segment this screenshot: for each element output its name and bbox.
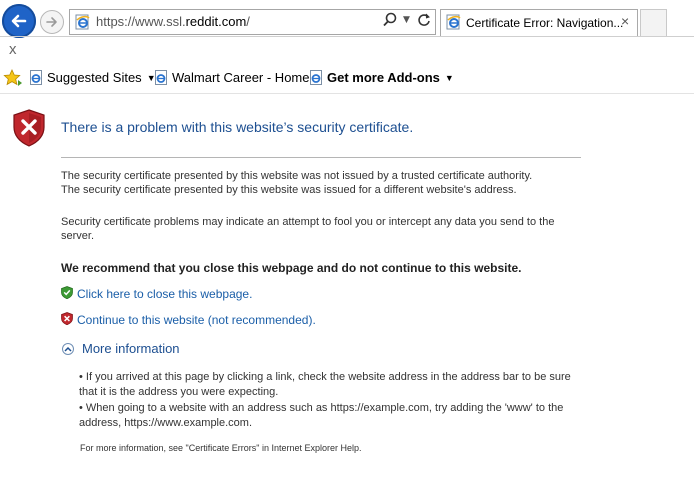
collapse-up-icon [62,342,74,355]
close-webpage-link[interactable]: Click here to close this webpage. [61,286,252,302]
divider [0,93,694,94]
favorites-bar: Suggested Sites ▼ Walmart Career - Home … [0,68,694,90]
continue-website-label: Continue to this website (not recommende… [77,313,316,327]
address-domain: reddit.com [185,14,247,29]
forward-arrow-icon [46,17,57,27]
ie-page-icon [155,70,168,85]
favorite-label: Suggested Sites [47,70,142,85]
recommendation-text: We recommend that you close this webpage… [61,261,522,275]
favorite-suggested-sites[interactable]: Suggested Sites ▼ [30,70,156,85]
back-arrow-icon [11,14,27,28]
more-information-toggle[interactable]: More information [62,341,180,356]
favorite-walmart-career[interactable]: Walmart Career - Home [155,70,309,85]
ie-page-icon [75,14,91,34]
divider [61,157,581,158]
ie-page-icon [446,14,462,34]
tab-certificate-error[interactable]: Certificate Error: Navigation... × [440,9,638,36]
forward-button[interactable] [40,10,64,34]
green-shield-check-icon [61,286,73,302]
error-explanation: Security certificate problems may indica… [61,216,555,242]
chevron-down-icon[interactable]: ▼ [403,15,410,25]
help-bullet-1: • If you arrived at this page by clickin… [79,371,571,398]
help-bullet-2: • When going to a website with an addres… [79,402,564,429]
address-prefix: https://www.ssl. [96,14,186,29]
help-footer: For more information, see "Certificate E… [80,443,362,453]
chevron-down-icon: ▼ [444,72,454,83]
tab-title: Certificate Error: Navigation... [466,16,624,30]
error-reason-1: The security certificate presented by th… [61,170,533,182]
divider [0,36,694,37]
more-information-label: More information [82,341,180,356]
close-webpage-label: Click here to close this webpage. [77,287,253,301]
error-shield-icon [12,109,46,151]
back-button[interactable] [2,4,36,38]
ie-page-icon [310,70,323,85]
ie-page-icon [30,70,43,85]
favorite-get-more-addons[interactable]: Get more Add-ons ▼ [310,70,454,85]
favorite-label: Walmart Career - Home [172,70,310,85]
page-title: There is a problem with this website’s s… [61,119,414,135]
error-reason-2: The security certificate presented by th… [61,184,517,196]
red-shield-x-icon [61,312,73,328]
address-suffix: / [246,14,250,29]
favorite-label: Get more Add-ons [327,70,440,85]
refresh-icon[interactable] [417,12,431,32]
address-text[interactable]: https://www.ssl.reddit.com/ [96,14,250,29]
browser-chrome: https://www.ssl.reddit.com/ ▼ Certificat… [0,0,694,96]
close-icon[interactable]: x [9,41,17,58]
favorites-star-icon[interactable] [3,69,23,87]
address-bar[interactable]: https://www.ssl.reddit.com/ ▼ [69,9,436,35]
new-tab-button[interactable] [640,9,667,36]
continue-website-link[interactable]: Continue to this website (not recommende… [61,312,316,328]
tab-close-icon[interactable]: × [621,13,629,29]
search-icon[interactable] [383,12,397,32]
